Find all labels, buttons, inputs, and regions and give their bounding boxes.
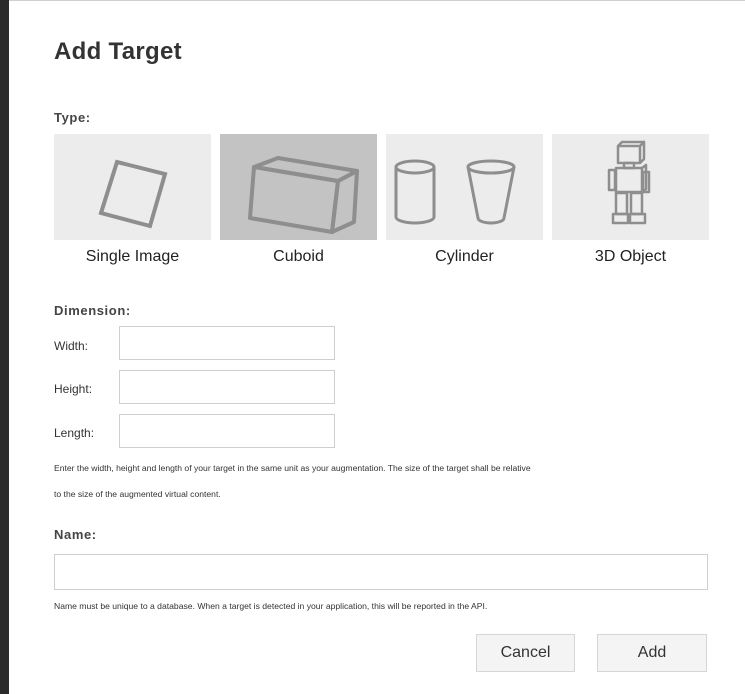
add-target-dialog: Add Target Type: Single Image Cuboid Cyl… — [9, 1, 745, 694]
height-label: Height: — [54, 382, 93, 396]
length-input[interactable] — [119, 414, 335, 448]
length-label: Length: — [54, 426, 95, 440]
width-label: Width: — [54, 339, 89, 353]
type-option-single-image[interactable] — [54, 134, 211, 240]
name-input[interactable] — [54, 554, 708, 590]
type-option-3d-object[interactable] — [552, 134, 709, 240]
window-left-edge — [0, 0, 9, 694]
cuboid-icon — [248, 156, 359, 234]
type-label-single-image: Single Image — [85, 248, 180, 265]
type-label-cylinder: Cylinder — [435, 248, 494, 265]
width-input[interactable] — [119, 326, 335, 360]
type-option-cylinder[interactable] — [386, 134, 543, 240]
type-section-label: Type: — [54, 110, 91, 125]
dialog-title: Add Target — [54, 38, 182, 65]
name-section-label: Name: — [54, 527, 97, 542]
3d-object-icon — [607, 140, 651, 225]
cylinder-icon — [394, 159, 516, 225]
single-image-icon — [98, 159, 168, 229]
type-label-3d-object: 3D Object — [594, 248, 667, 265]
add-button[interactable]: Add — [597, 634, 707, 672]
cancel-button[interactable]: Cancel — [476, 634, 575, 672]
dimension-section-label: Dimension: — [54, 303, 131, 318]
type-label-cuboid: Cuboid — [273, 248, 324, 265]
height-input[interactable] — [119, 370, 335, 404]
dimension-help-line-1: Enter the width, height and length of yo… — [54, 463, 531, 473]
name-help-text: Name must be unique to a database. When … — [54, 601, 488, 611]
dimension-help-line-2: to the size of the augmented virtual con… — [54, 489, 221, 499]
type-option-cuboid[interactable] — [220, 134, 377, 240]
